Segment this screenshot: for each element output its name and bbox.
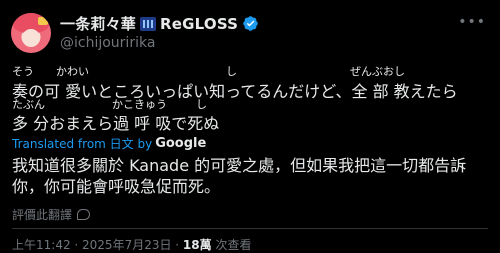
furigana: そう	[12, 65, 34, 78]
translated-from-label: Translated from 日文 by	[12, 137, 153, 151]
flag-icon	[140, 16, 157, 31]
author-org[interactable]: ReGLOSS	[160, 15, 238, 33]
post-metadata: 上午11:42 · 2025年7月23日 · 18萬 次查看	[12, 236, 251, 253]
post-text-line: 奏の可 愛いところいっぱい知ってるんだけど、全 部 教えたら	[12, 82, 458, 101]
avatar[interactable]	[11, 13, 51, 53]
translated-text: 我知道很多關於 Kanade 的可愛之處，但如果我把這一切都告訴你，你可能會呼吸…	[12, 156, 467, 196]
translation-attribution[interactable]: Translated from 日文 by Google	[12, 135, 206, 152]
divider	[12, 228, 488, 229]
furigana: ぜんぶおし	[350, 65, 405, 78]
author-name-row: 一条莉々華 ReGLOSS	[60, 13, 259, 34]
avatar-bow	[38, 17, 48, 25]
feedback-icon	[77, 209, 91, 220]
avatar-face	[22, 29, 40, 47]
translator-name: Google	[155, 136, 207, 151]
furigana: し	[226, 65, 237, 78]
author-handle[interactable]: @ichijouririka	[60, 35, 155, 51]
furigana: かわい	[56, 65, 89, 78]
author-display-name[interactable]: 一条莉々華	[60, 13, 136, 34]
more-options-icon[interactable]: •••	[458, 14, 486, 30]
rate-translation-label: 評價此翻譯	[12, 208, 73, 222]
rate-translation[interactable]: 評價此翻譯	[12, 206, 91, 223]
post: 一条莉々華 ReGLOSS @ichijouririka ••• そう かわい …	[0, 0, 500, 253]
post-text-line: 多 分おまえら過 呼 吸で死ぬ	[12, 114, 220, 133]
verified-badge-icon	[243, 16, 258, 31]
